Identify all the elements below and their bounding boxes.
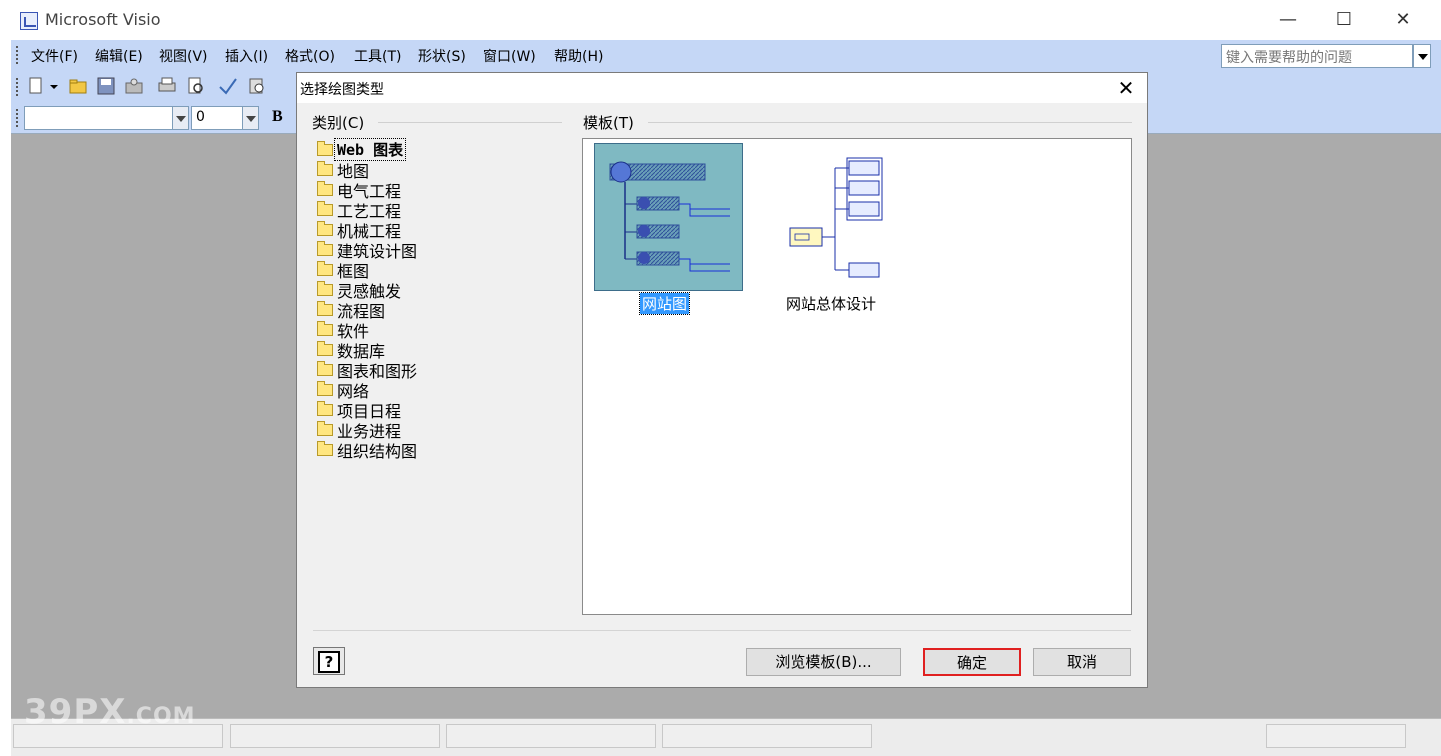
category-list: Web 图表 地图 电气工程 工艺工程 机械工程 建筑设计图 框图 灵感触发 流… (312, 138, 562, 478)
menubar-grip[interactable] (16, 46, 20, 64)
folder-icon (317, 401, 333, 416)
watermark-logo: 39PX.COM (24, 692, 196, 732)
visio-app-icon (20, 12, 38, 30)
menu-insert[interactable]: 插入(I) (225, 46, 268, 66)
cancel-button[interactable]: 取消 (1033, 648, 1131, 676)
folder-icon (317, 341, 333, 356)
help-question-icon: ? (318, 651, 340, 673)
maximize-button[interactable]: ☐ (1324, 6, 1364, 34)
dialog-bottom-divider (313, 630, 1131, 631)
folder-icon (317, 281, 333, 296)
permissions-icon[interactable] (124, 77, 144, 95)
status-cell (446, 724, 656, 748)
ok-button[interactable]: 确定 (923, 648, 1021, 676)
menu-view[interactable]: 视图(V) (159, 46, 208, 66)
template-divider (648, 122, 1132, 123)
template-conceptual-website-label[interactable]: 网站总体设计 (786, 293, 876, 314)
template-site-map[interactable] (594, 143, 743, 291)
status-cell (1266, 724, 1406, 748)
folder-icon (317, 161, 333, 176)
font-combo-dropdown[interactable] (172, 107, 188, 129)
folder-icon (317, 421, 333, 436)
close-window-button[interactable]: ✕ (1383, 6, 1423, 34)
folder-icon (317, 361, 333, 376)
font-combo[interactable] (24, 106, 189, 130)
template-site-map-label[interactable]: 网站图 (638, 292, 691, 315)
menu-help[interactable]: 帮助(H) (554, 46, 603, 66)
title-bar (11, 0, 1441, 40)
menu-format[interactable]: 格式(O) (285, 46, 335, 66)
folder-icon (317, 381, 333, 396)
dialog-title-bar (297, 73, 1147, 103)
help-question-input[interactable]: 键入需要帮助的问题 (1221, 44, 1413, 68)
status-cell (662, 724, 872, 748)
folder-icon (317, 181, 333, 196)
research-icon[interactable] (247, 77, 267, 95)
help-dropdown-button[interactable] (1413, 44, 1431, 68)
open-folder-icon[interactable] (68, 77, 88, 95)
size-combo-dropdown[interactable] (242, 107, 258, 129)
print-icon[interactable] (157, 77, 177, 95)
save-icon[interactable] (96, 77, 116, 95)
print-preview-icon[interactable] (186, 77, 206, 95)
folder-icon (317, 221, 333, 236)
folder-icon (317, 241, 333, 256)
category-divider (378, 122, 562, 123)
category-label: 类别(C) (312, 114, 365, 132)
dialog-close-button[interactable]: ✕ (1112, 76, 1140, 100)
template-conceptual-website[interactable] (785, 150, 885, 280)
menu-window[interactable]: 窗口(W) (483, 46, 536, 66)
new-dropdown-icon[interactable] (48, 77, 68, 95)
format-toolbar-grip[interactable] (16, 109, 20, 127)
menu-shapes[interactable]: 形状(S) (418, 46, 466, 66)
minimize-button[interactable]: — (1268, 6, 1308, 34)
open-folder-icon (317, 141, 333, 156)
new-document-icon[interactable] (26, 77, 46, 95)
folder-icon (317, 261, 333, 276)
app-title: Microsoft Visio (45, 10, 161, 29)
menu-file[interactable]: 文件(F) (31, 46, 78, 66)
browse-templates-button[interactable]: 浏览模板(B)... (746, 648, 901, 676)
folder-icon (317, 201, 333, 216)
site-map-preview-icon (609, 161, 730, 272)
toolbar-grip[interactable] (16, 78, 20, 96)
menu-edit[interactable]: 编辑(E) (95, 46, 143, 66)
folder-icon (317, 321, 333, 336)
status-cell (230, 724, 440, 748)
dialog-help-button[interactable]: ? (313, 647, 345, 675)
conceptual-website-preview-icon (789, 157, 883, 278)
spelling-icon[interactable] (218, 77, 238, 95)
folder-icon (317, 441, 333, 456)
menu-tools[interactable]: 工具(T) (354, 46, 401, 66)
template-label: 模板(T) (583, 114, 634, 132)
folder-icon (317, 301, 333, 316)
bold-button[interactable]: B (272, 108, 283, 126)
dialog-title: 选择绘图类型 (300, 82, 384, 98)
